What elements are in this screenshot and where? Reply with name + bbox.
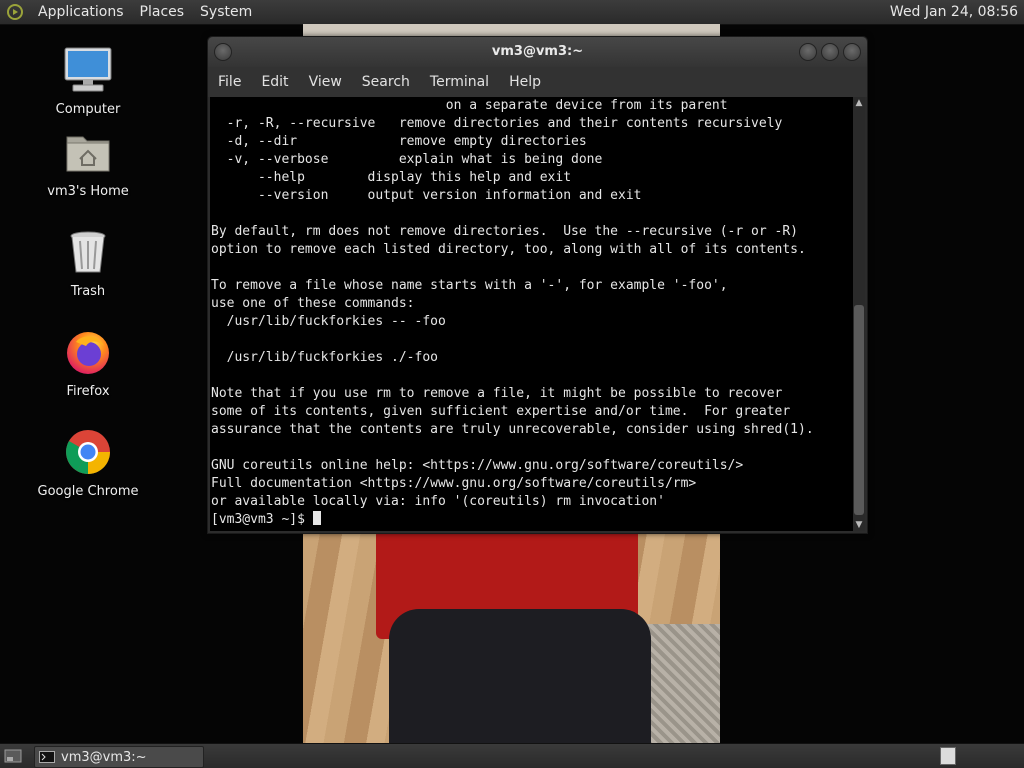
- desktop-icon-computer[interactable]: Computer: [28, 44, 148, 117]
- bottom-panel: vm3@vm3:~: [0, 743, 1024, 768]
- terminal-line: assurance that the contents are truly un…: [211, 422, 814, 437]
- window-title: vm3@vm3:~: [491, 44, 584, 59]
- menu-view[interactable]: View: [299, 67, 352, 97]
- clock[interactable]: Wed Jan 24, 08:56: [890, 0, 1018, 24]
- minimize-button[interactable]: [799, 43, 817, 61]
- terminal-line: To remove a file whose name starts with …: [211, 278, 728, 293]
- text-cursor: [312, 511, 321, 525]
- terminal-line: on a separate device from its parent: [211, 98, 728, 113]
- terminal-line: some of its contents, given sufficient e…: [211, 404, 791, 419]
- scroll-down-icon[interactable]: ▼: [853, 519, 865, 531]
- terminal-scrollbar[interactable]: ▲ ▼: [853, 97, 865, 531]
- terminal-icon: [39, 751, 55, 763]
- desktop-icon-chrome[interactable]: Google Chrome: [28, 426, 148, 499]
- scroll-up-icon[interactable]: ▲: [853, 97, 865, 109]
- firefox-icon: [62, 326, 114, 378]
- taskbar-window-button[interactable]: vm3@vm3:~: [34, 746, 204, 768]
- terminal-line: By default, rm does not remove directori…: [211, 224, 798, 239]
- desktop-icon-home[interactable]: vm3's Home: [28, 126, 148, 199]
- desktop-icon-label: Trash: [70, 284, 106, 299]
- maximize-button[interactable]: [821, 43, 839, 61]
- window-titlebar[interactable]: vm3@vm3:~: [208, 37, 867, 67]
- terminal-line: -v, --verbose explain what is being done: [211, 152, 603, 167]
- desktop-icon-label: Google Chrome: [37, 484, 139, 499]
- terminal-line: --help display this help and exit: [211, 170, 572, 185]
- desktop-icon-label: Firefox: [66, 384, 110, 399]
- menu-search[interactable]: Search: [352, 67, 420, 97]
- terminal-line: GNU coreutils online help: <https://www.…: [211, 458, 744, 473]
- trash-icon: [62, 226, 114, 278]
- menu-places[interactable]: Places: [132, 0, 193, 24]
- menu-system[interactable]: System: [192, 0, 260, 24]
- terminal-line: use one of these commands:: [211, 296, 415, 311]
- terminal-line: -r, -R, --recursive remove directories a…: [211, 116, 783, 131]
- desktop-icon-trash[interactable]: Trash: [28, 226, 148, 299]
- terminal-line: Full documentation <https://www.gnu.org/…: [211, 476, 697, 491]
- desktop-icon-label: Computer: [55, 102, 121, 117]
- menu-help[interactable]: Help: [499, 67, 551, 97]
- menu-file[interactable]: File: [208, 67, 251, 97]
- terminal-line: -d, --dir remove empty directories: [211, 134, 587, 149]
- menu-terminal[interactable]: Terminal: [420, 67, 499, 97]
- terminal-line: or available locally via: info '(coreuti…: [211, 494, 665, 509]
- terminal-line: /usr/lib/fuckforkies -- -foo: [211, 314, 446, 329]
- desktop-icon-firefox[interactable]: Firefox: [28, 326, 148, 399]
- terminal-menubar: File Edit View Search Terminal Help: [208, 67, 867, 97]
- home-folder-icon: [62, 126, 114, 178]
- show-desktop-icon[interactable]: [4, 748, 22, 764]
- terminal-line: Note that if you use rm to remove a file…: [211, 386, 783, 401]
- terminal-line: --version output version information and…: [211, 188, 642, 203]
- terminal-output[interactable]: on a separate device from its parent -r,…: [210, 97, 853, 531]
- taskbar-window-label: vm3@vm3:~: [61, 749, 147, 765]
- distro-logo-icon[interactable]: [6, 3, 24, 21]
- terminal-text: on a separate device from its parent -r,…: [210, 97, 853, 529]
- terminal-line: /usr/lib/fuckforkies ./-foo: [211, 350, 438, 365]
- wallpaper-person-pants: [389, 609, 651, 744]
- close-button[interactable]: [843, 43, 861, 61]
- desktop-icon-label: vm3's Home: [47, 184, 129, 199]
- menu-applications[interactable]: Applications: [30, 0, 132, 24]
- chrome-icon: [62, 426, 114, 478]
- menu-edit[interactable]: Edit: [251, 67, 298, 97]
- terminal-prompt: [vm3@vm3 ~]$: [211, 512, 305, 527]
- terminal-window[interactable]: vm3@vm3:~ File Edit View Search Terminal…: [207, 36, 868, 534]
- scrollbar-thumb[interactable]: [854, 305, 864, 515]
- computer-icon: [62, 44, 114, 96]
- top-panel: Applications Places System Wed Jan 24, 0…: [0, 0, 1024, 25]
- terminal-line: option to remove each listed directory, …: [211, 242, 806, 257]
- workspace-switcher[interactable]: [940, 747, 956, 765]
